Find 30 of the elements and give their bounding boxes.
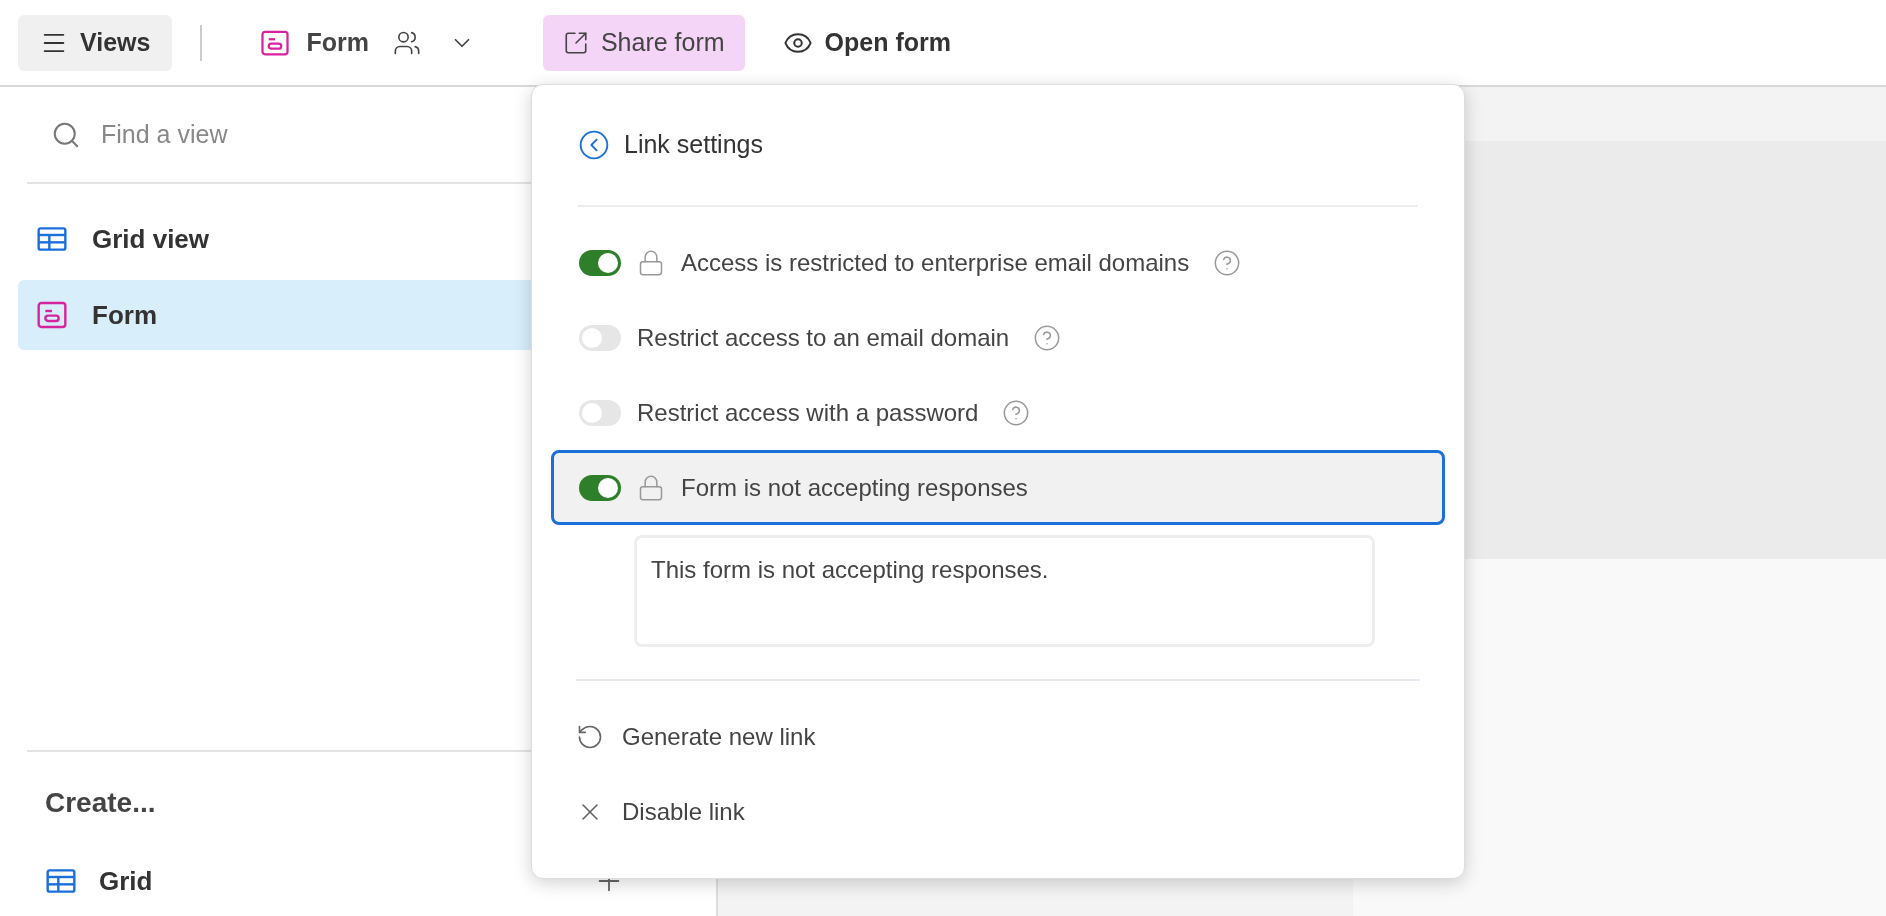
create-item[interactable]: Grid [45,846,671,916]
setting-row[interactable]: Form is not accepting responses [551,450,1445,525]
create-heading: Create... [45,786,156,820]
help-icon[interactable] [1002,398,1031,427]
view-label: Form [92,298,157,332]
setting-label: Form is not accepting responses [681,472,1028,503]
external-link-icon [562,29,589,56]
form-icon [36,299,68,331]
action-item[interactable]: Disable link [576,774,1420,849]
view-label: Grid view [92,222,210,256]
toggle-switch[interactable] [579,474,621,501]
message-field[interactable]: This form is not accepting responses. [634,535,1375,647]
view-dropdown[interactable]: Form [230,14,505,71]
setting-label: Restrict access with a password [637,397,979,428]
setting-label: Access is restricted to enterprise email domains [681,247,1190,278]
action-item[interactable]: Generate new link [576,699,1420,774]
toggle-switch[interactable] [579,249,621,276]
create-label: Grid [99,864,153,898]
toggle-switch[interactable] [579,324,621,351]
popup-title: Link settings [624,129,763,161]
help-icon[interactable] [1033,323,1062,352]
action-label: Generate new link [622,721,816,752]
views-button[interactable]: Views [18,14,173,71]
action-label: Disable link [622,796,745,827]
back-icon[interactable] [578,129,610,161]
setting-row[interactable]: Restrict access with a password [551,375,1445,450]
open-form-button[interactable]: Open form [764,14,969,71]
toggle-switch[interactable] [579,399,621,426]
share-form-button[interactable]: Share form [542,14,745,71]
help-icon[interactable] [1213,248,1242,277]
